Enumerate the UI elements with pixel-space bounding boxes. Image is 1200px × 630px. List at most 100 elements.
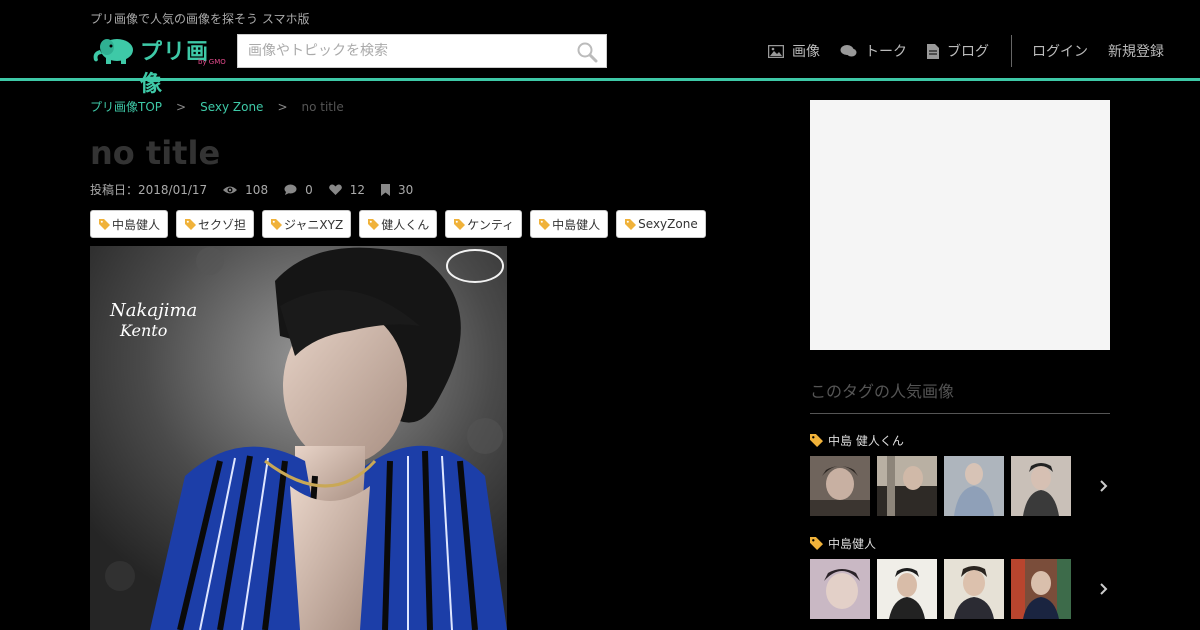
nav-blog-label: ブログ (947, 44, 989, 60)
site-logo[interactable]: プリ画像 by GMO (90, 36, 230, 97)
thumbnail-image (944, 456, 1004, 516)
tag-item[interactable]: 中島健人 (90, 210, 169, 238)
thumbnail[interactable] (810, 456, 870, 516)
nav-talk[interactable]: トーク (840, 41, 907, 61)
like-count: 12 (328, 182, 365, 197)
elephant-logo-icon (93, 39, 133, 64)
page-title: no title (90, 134, 221, 172)
tag-label: セクゾ担 (198, 217, 247, 232)
tag-item[interactable]: SexyZone (616, 210, 706, 238)
group-title[interactable]: 中島健人 (810, 535, 1110, 551)
tag-item[interactable]: ケンティ (445, 210, 523, 238)
like-count-value: 12 (349, 182, 365, 197)
breadcrumb-category[interactable]: Sexy Zone (200, 100, 263, 114)
file-icon (927, 43, 939, 59)
search-button[interactable] (576, 41, 598, 63)
register-link[interactable]: 新規登録 (1108, 41, 1164, 61)
chevron-right-icon (1100, 583, 1108, 595)
thumbnail-row (810, 559, 1110, 619)
thumbnail-image (1011, 559, 1071, 619)
image-icon (768, 44, 784, 58)
photo-caption-1: Nakajima (109, 300, 197, 321)
tag-label: 中島健人 (552, 217, 601, 232)
tag-label: 中島健人 (112, 217, 161, 232)
thumbnail[interactable] (1011, 456, 1071, 516)
tag-item[interactable]: ジャニXYZ (262, 210, 352, 238)
logo-sub: by GMO (198, 58, 226, 66)
site-header: プリ画像で人気の画像を探そう スマホ版 プリ画像 by GMO 画像やトピックを… (0, 0, 1200, 97)
heart-icon (328, 184, 342, 195)
thumbnail-image (810, 456, 870, 516)
thumbnail-image (877, 559, 937, 619)
nav-talk-label: トーク (865, 44, 907, 60)
photo-caption-2: Kento (119, 321, 167, 340)
main-nav: 画像 トーク ブログ ログイン 新規登録 (768, 35, 1184, 67)
popular-tag-group: 中島健人 (810, 535, 1110, 619)
tag-label: ケンティ (467, 217, 515, 232)
sidebar-heading: このタグの人気画像 (810, 378, 1110, 414)
comment-count: 0 (284, 183, 313, 197)
group-title[interactable]: 中島 健人くん (810, 432, 1110, 448)
search-icon (577, 42, 598, 63)
thumbnail[interactable] (1011, 559, 1071, 619)
tag-label: SexyZone (638, 217, 698, 231)
tag-icon (539, 218, 551, 230)
chevron-right-icon (1100, 480, 1108, 492)
tag-item[interactable]: 健人くん (359, 210, 438, 238)
thumbnail-row (810, 456, 1110, 516)
tag-item[interactable]: セクゾ担 (176, 210, 255, 238)
post-meta: 投稿日：2018/01/17 108 0 12 30 (90, 181, 413, 198)
thumbnail-image (810, 559, 870, 619)
tag-icon (271, 218, 283, 230)
thumbnail[interactable] (877, 456, 937, 516)
bookmark-count: 30 (381, 183, 413, 197)
view-count: 108 (223, 183, 268, 197)
post-date: 投稿日：2018/01/17 (90, 183, 208, 197)
ad-banner[interactable] (810, 100, 1110, 350)
search-box (237, 34, 607, 68)
comment-icon (284, 184, 297, 195)
site-description: プリ画像で人気の画像を探そう スマホ版 (90, 12, 310, 26)
tag-icon (810, 433, 823, 447)
nav-images-label: 画像 (792, 44, 820, 60)
comment-icon (840, 45, 857, 57)
breadcrumb-separator: > (176, 99, 187, 114)
thumbnail-image (877, 456, 937, 516)
tag-label: ジャニXYZ (284, 217, 344, 232)
breadcrumb-home[interactable]: プリ画像TOP (90, 98, 162, 115)
bookmark-count-value: 30 (398, 182, 414, 197)
popular-tag-group: 中島 健人くん (810, 432, 1110, 516)
header-accent-line (0, 78, 1200, 81)
thumbnail[interactable] (944, 456, 1004, 516)
search-input[interactable] (238, 35, 568, 67)
next-arrow-button[interactable] (1098, 579, 1110, 599)
nav-divider (1011, 35, 1012, 67)
thumbnail-image (1011, 456, 1071, 516)
logo-text: プリ画像 (140, 40, 210, 97)
breadcrumb: プリ画像TOP > Sexy Zone > no title (90, 98, 344, 115)
nav-blog[interactable]: ブログ (927, 41, 989, 61)
thumbnail[interactable] (944, 559, 1004, 619)
bookmark-icon (381, 183, 390, 196)
thumbnail[interactable] (877, 559, 937, 619)
tag-label: 健人くん (381, 217, 430, 232)
tag-icon (99, 218, 110, 230)
view-count-value: 108 (245, 182, 269, 197)
tag-icon (625, 218, 637, 230)
main-photo[interactable]: Nakajima Kento (90, 246, 507, 630)
tag-item[interactable]: 中島健人 (530, 210, 609, 238)
nav-images[interactable]: 画像 (768, 41, 820, 61)
tag-icon (810, 536, 823, 550)
tag-icon (368, 218, 380, 230)
group-title-label: 中島 健人くん (828, 433, 904, 448)
eye-icon (223, 186, 238, 193)
next-arrow-button[interactable] (1098, 476, 1110, 496)
breadcrumb-separator: > (277, 99, 288, 114)
breadcrumb-current: no title (301, 99, 344, 114)
thumbnail[interactable] (810, 559, 870, 619)
comment-count-value: 0 (305, 182, 313, 197)
login-link[interactable]: ログイン (1032, 41, 1088, 61)
group-title-label: 中島健人 (828, 536, 877, 551)
tag-icon (185, 218, 197, 230)
portrait-photo: Nakajima Kento (90, 246, 507, 630)
